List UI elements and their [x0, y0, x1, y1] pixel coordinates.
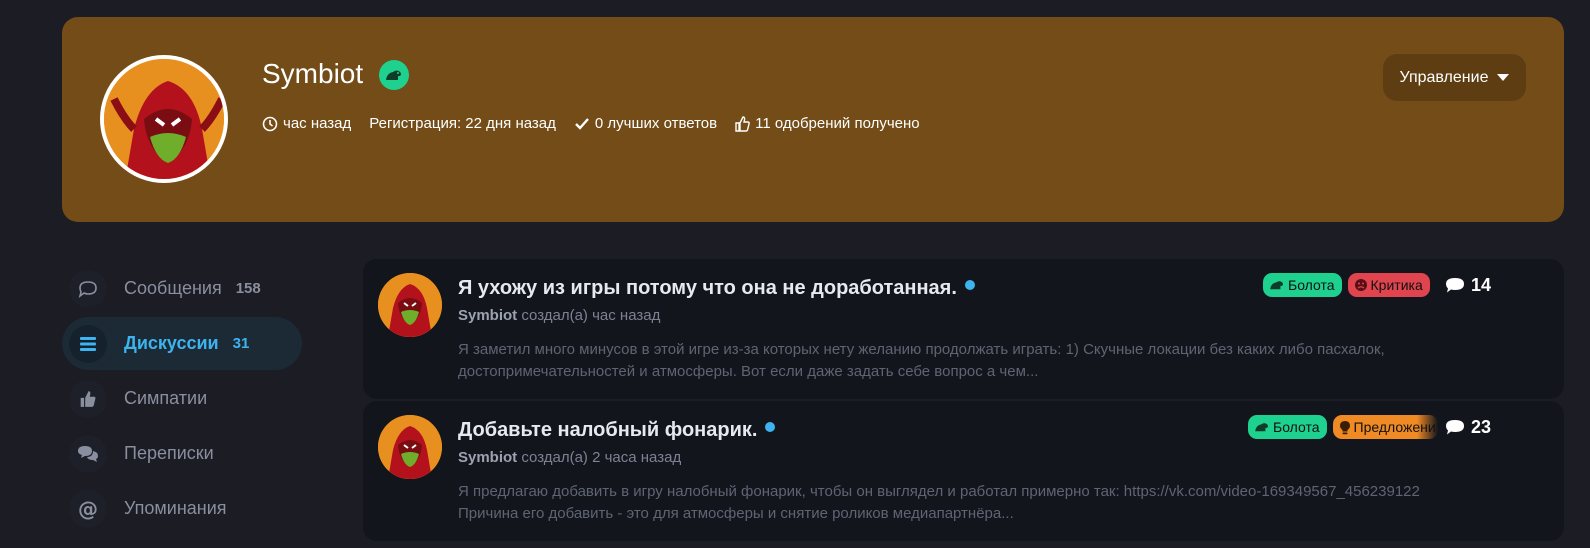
- tag-criticism[interactable]: Критика: [1347, 273, 1430, 297]
- likes-received: 11 одобрений получено: [735, 115, 920, 132]
- manage-button[interactable]: Управление: [1383, 54, 1526, 101]
- thread-item[interactable]: Добавьте налобный фонарик. Symbiot созда…: [363, 401, 1564, 541]
- sidebar-item-messages[interactable]: Сообщения 158: [62, 262, 302, 315]
- profile-sidebar: Сообщения 158 Дискуссии 31 Симпатии Пере…: [62, 262, 302, 537]
- reply-count-value: 14: [1471, 275, 1492, 295]
- profile-avatar[interactable]: [100, 55, 228, 183]
- likes-received-text: 11 одобрений получено: [755, 115, 920, 132]
- unread-dot-icon: [964, 279, 975, 290]
- speech-bubble-icon: [69, 269, 107, 308]
- last-seen: час назад: [262, 115, 351, 132]
- thread-author[interactable]: Symbiot: [458, 307, 517, 324]
- reply-count: 14: [1445, 275, 1491, 296]
- thread-title-link[interactable]: Я ухожу из игры потому что она не дорабо…: [458, 277, 975, 300]
- tag-swamp[interactable]: Болота: [1248, 415, 1327, 439]
- sidebar-item-label: Упоминания: [124, 498, 227, 518]
- chat-bubbles-icon: [69, 434, 107, 473]
- comment-icon: [1446, 278, 1464, 293]
- at-icon: @: [69, 489, 107, 528]
- thread-author-avatar[interactable]: [378, 415, 442, 479]
- last-seen-text: час назад: [283, 115, 352, 132]
- lightbulb-icon: [1339, 420, 1350, 434]
- sidebar-item-discussions[interactable]: Дискуссии 31: [62, 317, 302, 370]
- thumbs-up-icon: [735, 115, 750, 132]
- clock-icon: [262, 116, 278, 131]
- reply-count: 23: [1445, 417, 1491, 438]
- thread-snippet: Я предлагаю добавить в игру налобный фон…: [458, 483, 1420, 522]
- thread-tags: Болота Предложени: [1248, 415, 1444, 439]
- thread-title-link[interactable]: Добавьте налобный фонарик.: [458, 419, 776, 442]
- reply-count-value: 23: [1471, 417, 1492, 437]
- sidebar-item-mentions[interactable]: @ Упоминания: [62, 482, 302, 535]
- swamp-badge-icon: [379, 60, 409, 90]
- list-icon: [69, 324, 107, 363]
- thumbs-up-icon: [69, 379, 107, 418]
- tag-swamp[interactable]: Болота: [1263, 273, 1342, 297]
- thread-snippet: Я заметил много минусов в этой игре из-з…: [458, 341, 1385, 380]
- sidebar-item-label: Дискуссии: [124, 333, 219, 353]
- sidebar-item-label: Переписки: [124, 443, 214, 463]
- thread-title: Я ухожу из игры потому что она не дорабо…: [458, 277, 957, 299]
- tag-label: Критика: [1370, 277, 1423, 293]
- caret-down-icon: [1497, 74, 1510, 81]
- thread-meta: Symbiot создал(а) час назад: [458, 307, 660, 324]
- best-answers: 0 лучших ответов: [574, 115, 717, 132]
- tag-label: Болота: [1288, 277, 1335, 293]
- tag-suggestion[interactable]: Предложени: [1332, 415, 1438, 439]
- registration-info: Регистрация: 22 дня назад: [369, 115, 556, 132]
- thread-created: создал(а) час назад: [521, 307, 661, 324]
- tag-label: Предложени: [1353, 419, 1436, 435]
- swamp-icon: [1255, 423, 1268, 432]
- thread-author[interactable]: Symbiot: [458, 449, 517, 466]
- sidebar-item-label: Симпатии: [124, 388, 208, 408]
- thread-item[interactable]: Я ухожу из игры потому что она не дорабо…: [363, 259, 1564, 399]
- sidebar-item-count: 31: [232, 335, 250, 352]
- swamp-icon: [1270, 281, 1283, 290]
- thread-author-avatar[interactable]: [378, 273, 442, 337]
- sidebar-item-label: Сообщения: [124, 278, 222, 298]
- profile-meta: час назад Регистрация: 22 дня назад 0 лу…: [262, 115, 938, 132]
- sidebar-item-likes[interactable]: Симпатии: [62, 372, 302, 425]
- thread-meta: Symbiot создал(а) 2 часа назад: [458, 449, 681, 466]
- frown-icon: [1354, 279, 1367, 291]
- thread-created: создал(а) 2 часа назад: [521, 449, 682, 466]
- sidebar-item-count: 158: [235, 280, 261, 297]
- sidebar-item-conversations[interactable]: Переписки: [62, 427, 302, 480]
- tag-label: Болота: [1273, 419, 1320, 435]
- profile-username: Symbiot: [262, 58, 364, 89]
- best-answers-text: 0 лучших ответов: [594, 115, 718, 132]
- check-icon: [575, 117, 589, 130]
- thread-tags: Болота Критика: [1263, 273, 1436, 297]
- comment-icon: [1446, 420, 1464, 435]
- manage-button-label: Управление: [1399, 68, 1489, 86]
- thread-title: Добавьте налобный фонарик.: [458, 419, 758, 441]
- unread-dot-icon: [765, 421, 776, 432]
